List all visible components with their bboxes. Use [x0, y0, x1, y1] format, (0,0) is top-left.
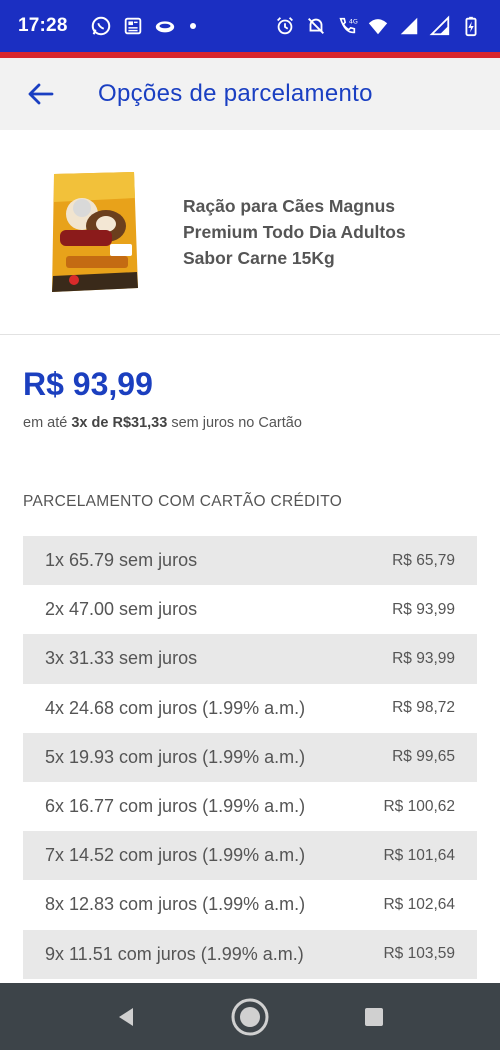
installment-row-9x[interactable]: 9x 11.51 com juros (1.99% a.m.) R$ 103,5…	[23, 929, 477, 979]
installment-row-label: 7x 14.52 com juros (1.99% a.m.)	[45, 845, 306, 866]
credit-section-title: PARCELAMENTO COM CARTÃO CRÉDITO	[23, 493, 343, 510]
status-bar: 17:28 4G	[0, 0, 500, 52]
installment-row-total: R$ 100,62	[383, 797, 455, 815]
installment-row-label: 2x 47.00 sem juros	[45, 599, 198, 620]
call-4g-icon: 4G	[336, 15, 358, 37]
installment-row-total: R$ 99,65	[392, 748, 455, 766]
installment-plan-list: 1x 65.79 sem juros R$ 65,79 2x 47.00 sem…	[23, 536, 477, 979]
app-bar: Opções de parcelamento	[0, 58, 500, 130]
wifi-icon	[367, 15, 389, 37]
installment-row-label: 8x 12.83 com juros (1.99% a.m.)	[45, 894, 306, 915]
installment-row-7x[interactable]: 7x 14.52 com juros (1.99% a.m.) R$ 101,6…	[23, 831, 477, 881]
installment-row-label: 4x 24.68 com juros (1.99% a.m.)	[45, 697, 306, 718]
arrow-left-icon	[28, 83, 54, 105]
alarm-icon	[274, 15, 296, 37]
product-summary: Ração para Cães Magnus Premium Todo Dia …	[0, 130, 500, 335]
installment-row-total: R$ 101,64	[383, 846, 455, 864]
installment-row-total: R$ 103,59	[383, 945, 455, 963]
installment-row-6x[interactable]: 6x 16.77 com juros (1.99% a.m.) R$ 100,6…	[23, 782, 477, 831]
system-nav-bar	[0, 983, 500, 1050]
home-circle-icon	[231, 998, 269, 1035]
installment-row-label: 6x 16.77 com juros (1.99% a.m.)	[45, 796, 306, 817]
battery-charging-icon	[460, 15, 482, 37]
app-notification-icon	[154, 15, 176, 37]
installment-prefix: em até	[23, 415, 72, 431]
nav-recents-button[interactable]	[352, 995, 396, 1039]
product-price: R$ 93,99	[23, 366, 153, 402]
more-notifications-dot	[189, 23, 196, 29]
installment-suffix: sem juros no Cartão	[167, 415, 302, 431]
whatsapp-icon	[90, 15, 112, 37]
installment-summary: em até 3x de R$31,33 sem juros no Cartão	[23, 415, 302, 431]
nav-back-button[interactable]	[104, 995, 148, 1039]
installment-row-total: R$ 93,99	[392, 600, 455, 618]
installment-highlight: 3x de R$31,33	[71, 415, 168, 431]
installment-row-label: 5x 19.93 com juros (1.99% a.m.)	[45, 746, 306, 767]
installment-row-5x[interactable]: 5x 19.93 com juros (1.99% a.m.) R$ 99,65	[23, 732, 477, 782]
installment-row-3x[interactable]: 3x 31.33 sem juros R$ 93,99	[23, 634, 477, 684]
nav-home-button[interactable]	[228, 995, 272, 1039]
signal-icon-1	[398, 15, 420, 37]
recents-square-icon	[365, 1007, 383, 1026]
news-icon	[122, 15, 144, 37]
installment-row-8x[interactable]: 8x 12.83 com juros (1.99% a.m.) R$ 102,6…	[23, 880, 477, 929]
status-time: 17:28	[18, 15, 68, 36]
installment-row-label: 9x 11.51 com juros (1.99% a.m.)	[45, 943, 304, 964]
back-button[interactable]	[20, 74, 60, 114]
installment-row-label: 1x 65.79 sem juros	[45, 550, 198, 571]
mute-icon	[305, 15, 327, 37]
installment-row-2x[interactable]: 2x 47.00 sem juros R$ 93,99	[23, 585, 477, 634]
installment-row-total: R$ 98,72	[392, 699, 455, 717]
installment-row-total: R$ 102,64	[383, 895, 455, 913]
product-bag-image	[52, 172, 138, 292]
svg-text:4G: 4G	[349, 17, 358, 25]
installment-row-label: 3x 31.33 sem juros	[45, 648, 198, 669]
back-triangle-icon	[119, 1007, 133, 1026]
product-name: Ração para Cães Magnus Premium Todo Dia …	[183, 196, 406, 268]
page-title: Opções de parcelamento	[98, 80, 373, 107]
installment-row-1x[interactable]: 1x 65.79 sem juros R$ 65,79	[23, 536, 477, 586]
installment-row-total: R$ 93,99	[392, 649, 455, 667]
installment-row-4x[interactable]: 4x 24.68 com juros (1.99% a.m.) R$ 98,72	[23, 684, 477, 733]
signal-icon-2	[429, 15, 451, 37]
installment-row-total: R$ 65,79	[392, 551, 455, 569]
